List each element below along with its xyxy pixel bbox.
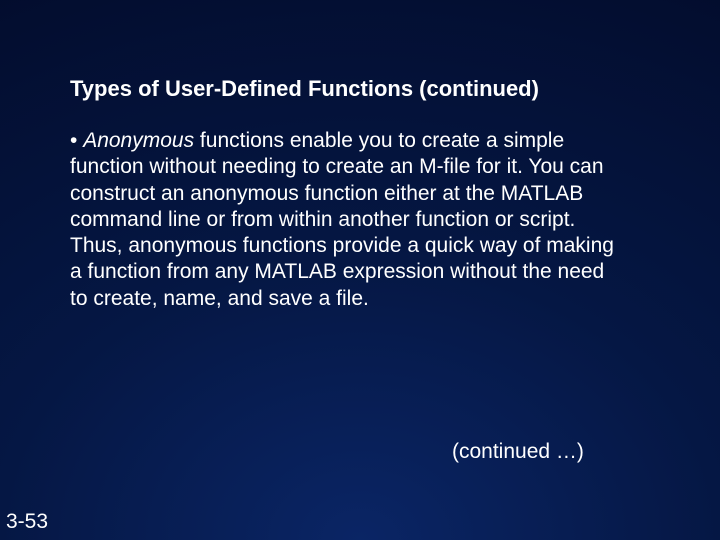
- slide-title: Types of User-Defined Functions (continu…: [70, 76, 539, 102]
- term-anonymous: Anonymous: [83, 129, 194, 152]
- page-number: 3-53: [6, 510, 48, 534]
- body-rest: functions enable you to create a simple …: [70, 129, 614, 310]
- bullet-marker: •: [70, 129, 83, 152]
- bullet-item: • Anonymous functions enable you to crea…: [70, 128, 625, 312]
- slide-body: • Anonymous functions enable you to crea…: [70, 128, 625, 312]
- continued-label: (continued …): [452, 440, 584, 464]
- slide: Types of User-Defined Functions (continu…: [0, 0, 720, 540]
